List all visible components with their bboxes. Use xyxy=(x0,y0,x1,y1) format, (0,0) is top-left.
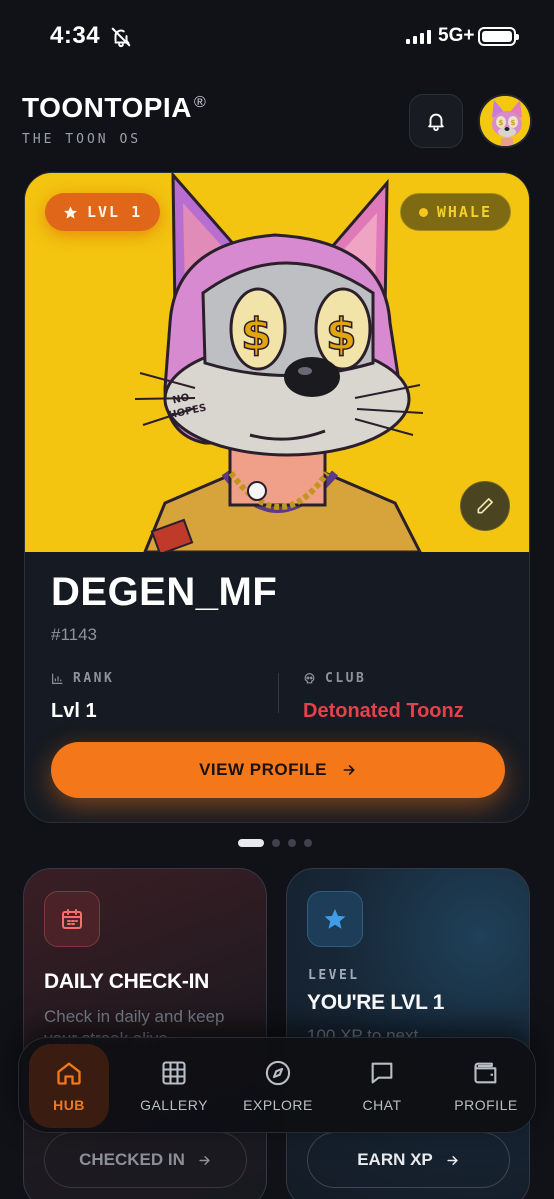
app-title: TOONTOPIA ® xyxy=(22,92,206,124)
status-bar: 4:34 5G+ xyxy=(0,0,554,76)
nav-label-chat: CHAT xyxy=(362,1097,402,1113)
nav-item-hub[interactable]: HUB xyxy=(29,1044,109,1128)
app-title-text: TOONTOPIA xyxy=(22,92,192,123)
status-dot xyxy=(418,207,428,217)
registered-mark: ® xyxy=(193,94,207,111)
user-avatar[interactable]: $ $ xyxy=(478,94,532,148)
carousel-dot[interactable] xyxy=(304,839,312,847)
checkin-title: DAILY CHECK-IN xyxy=(44,970,209,993)
profile-hero-card: $ $ NO HOPES LVL 1 WHALE DEGEN_MF #1143 … xyxy=(24,172,530,823)
calendar-icon xyxy=(62,909,82,929)
club-label: CLUB xyxy=(325,671,367,686)
chat-icon xyxy=(371,1062,393,1084)
nav-label-profile: PROFILE xyxy=(454,1097,518,1113)
view-profile-label: VIEW PROFILE xyxy=(199,760,327,779)
pencil-icon xyxy=(477,498,493,514)
arrow-right-icon xyxy=(447,1155,458,1165)
avatar-image: $ $ xyxy=(480,96,530,146)
edit-artwork-button[interactable] xyxy=(460,481,510,531)
battery-icon xyxy=(478,27,519,46)
nav-item-profile[interactable]: PROFILE xyxy=(441,1038,531,1134)
nav-label-explore: EXPLORE xyxy=(243,1097,313,1113)
star-icon xyxy=(64,205,77,219)
stats-divider xyxy=(278,673,279,713)
rank-label: RANK xyxy=(73,671,115,686)
club-stat: CLUB Detonated Toonz xyxy=(303,671,464,723)
level-eyebrow: LEVEL xyxy=(308,968,360,983)
rank-value: Lvl 1 xyxy=(51,700,97,722)
daily-checkin-card[interactable]: DAILY CHECK-IN Check in daily and keep y… xyxy=(23,868,267,1199)
level-card[interactable]: LEVEL YOU'RE LVL 1 100 XP to next EARN X… xyxy=(286,868,530,1199)
profile-name: DEGEN_MF xyxy=(51,570,278,614)
nav-item-chat[interactable]: CHAT xyxy=(337,1038,427,1134)
network-type: 5G+ xyxy=(438,25,475,46)
tier-badge-label: WHALE xyxy=(436,203,492,221)
wallet-icon xyxy=(474,1062,497,1084)
grid-icon xyxy=(162,1061,186,1085)
nft-artwork: $ $ NO HOPES LVL 1 WHALE xyxy=(25,173,529,552)
notifications-button[interactable] xyxy=(409,94,463,148)
nav-label-gallery: GALLERY xyxy=(140,1097,208,1113)
profile-stats: RANK Lvl 1 CLUB Detonated Toonz xyxy=(51,671,505,722)
skull-icon xyxy=(304,673,315,684)
home-icon xyxy=(57,1062,81,1085)
level-icon-tile xyxy=(307,891,363,947)
club-value[interactable]: Detonated Toonz xyxy=(303,700,464,723)
brand-header: TOONTOPIA ® THE TOON OS xyxy=(22,92,206,147)
profile-info: DEGEN_MF #1143 xyxy=(51,570,503,645)
arrow-right-icon xyxy=(199,1155,210,1165)
carousel-dot[interactable] xyxy=(288,839,296,847)
club-label-row: CLUB xyxy=(303,671,464,686)
bottom-navigation: HUB GALLERY EXPLORE CHAT PROFILE xyxy=(18,1037,536,1133)
nav-item-gallery[interactable]: GALLERY xyxy=(129,1038,219,1134)
rank-stat: RANK Lvl 1 xyxy=(51,671,114,723)
nav-item-explore[interactable]: EXPLORE xyxy=(233,1038,323,1134)
carousel-dot[interactable] xyxy=(238,839,264,847)
carousel-indicator[interactable] xyxy=(238,839,312,847)
arrow-right-icon xyxy=(343,765,355,775)
app-tagline: THE TOON OS xyxy=(22,132,142,147)
bell-icon xyxy=(428,113,444,132)
rank-label-row: RANK xyxy=(51,671,114,686)
checked-in-button[interactable]: CHECKED IN xyxy=(44,1132,247,1188)
status-time: 4:34 xyxy=(50,22,101,49)
level-title: YOU'RE LVL 1 xyxy=(307,991,445,1014)
silent-mode-icon xyxy=(111,27,131,48)
checkin-icon-tile xyxy=(44,891,100,947)
token-number: #1143 xyxy=(51,625,98,644)
nav-label-hub: HUB xyxy=(53,1097,85,1113)
bar-chart-icon xyxy=(52,673,63,684)
svg-text:$: $ xyxy=(511,119,516,127)
svg-text:$: $ xyxy=(326,309,357,360)
level-badge-label: LVL 1 xyxy=(87,203,143,221)
carousel-dot[interactable] xyxy=(272,839,280,847)
svg-text:$: $ xyxy=(499,119,504,127)
cell-signal-icon xyxy=(406,30,431,44)
level-badge: LVL 1 xyxy=(45,193,161,231)
star-icon xyxy=(324,909,346,929)
view-profile-button[interactable]: VIEW PROFILE xyxy=(51,742,505,798)
earn-xp-button[interactable]: EARN XP xyxy=(307,1132,510,1188)
earn-xp-label: EARN XP xyxy=(357,1150,433,1169)
svg-text:$: $ xyxy=(241,309,272,360)
checked-in-label: CHECKED IN xyxy=(79,1150,185,1169)
compass-icon xyxy=(265,1060,291,1086)
tier-badge: WHALE xyxy=(399,193,511,231)
